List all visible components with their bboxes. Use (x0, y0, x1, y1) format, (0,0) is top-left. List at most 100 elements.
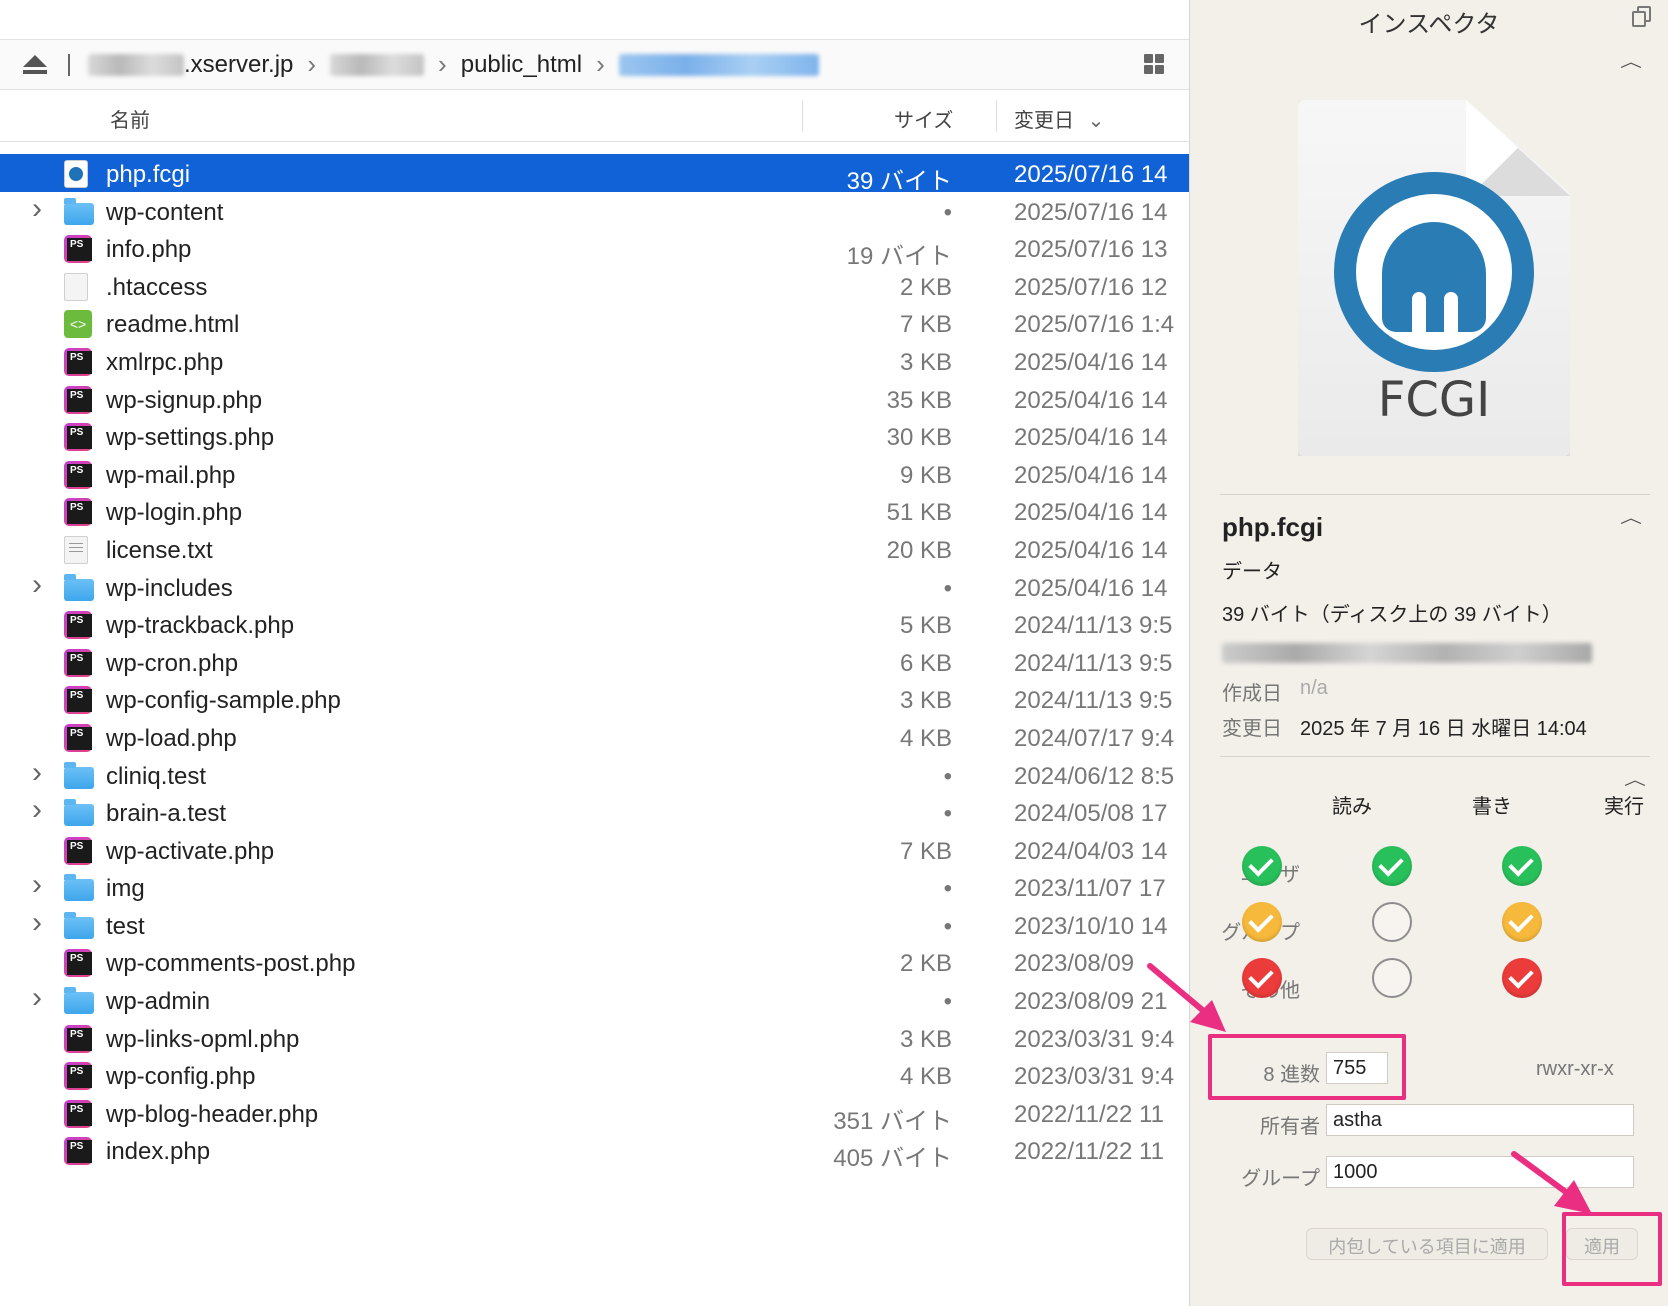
disclosure-chevron-icon[interactable]: › (32, 793, 52, 826)
file-row[interactable]: .htaccess 2 KB 2025/07/16 12 (0, 267, 1189, 305)
path-bar: .xserver.jp › › public_html › (0, 40, 1189, 90)
permission-group-write-checkbox[interactable] (1372, 902, 1412, 942)
file-row[interactable]: › cliniq.test • 2024/06/12 8:5 (0, 756, 1189, 794)
collapse-preview-icon[interactable]: ︿ (1620, 49, 1642, 71)
file-row[interactable]: wp-links-opml.php3 KB2023/03/31 9:4 (0, 1019, 1189, 1057)
permission-user-execute-checkbox[interactable] (1502, 846, 1542, 886)
breadcrumb-public-html[interactable]: public_html (461, 51, 582, 79)
redacted-current-folder (618, 53, 819, 76)
permission-group-read-checkbox[interactable] (1242, 902, 1282, 942)
column-name[interactable]: 名前 (110, 104, 150, 133)
file-row[interactable]: <> readme.html 7 KB 2025/07/16 1:4 (0, 304, 1189, 342)
folder-icon (64, 761, 94, 789)
folder-icon (64, 573, 94, 601)
file-row[interactable]: › brain-a.test • 2024/05/08 17 (0, 793, 1189, 831)
file-row[interactable]: wp-settings.php 30 KB 2025/04/16 14 (0, 417, 1189, 455)
file-row[interactable]: wp-activate.php 7 KB 2024/04/03 14 (0, 831, 1189, 869)
file-row[interactable]: › wp-includes • 2025/04/16 14 (0, 568, 1189, 606)
file-size: 51 KB (886, 499, 952, 527)
file-row[interactable]: › test • 2023/10/10 14 (0, 906, 1189, 944)
file-name: cliniq.test (106, 762, 207, 790)
chevron-right-icon: › (438, 49, 447, 79)
file-row[interactable]: xmlrpc.php 3 KB 2025/04/16 14 (0, 342, 1189, 380)
grid-view-icon[interactable] (1144, 54, 1164, 74)
file-size: • (943, 800, 952, 828)
file-name: wp-settings.php (106, 424, 275, 452)
disclosure-chevron-icon[interactable]: › (32, 868, 52, 901)
permission-group-execute-checkbox[interactable] (1502, 902, 1542, 942)
php-file-icon (64, 1099, 92, 1128)
column-header: 名前 サイズ 変更日 ⌄ (0, 90, 1189, 142)
php-file-icon (64, 949, 92, 978)
column-size[interactable]: サイズ (894, 104, 953, 133)
file-modified-date: 2025/04/16 14 (1014, 348, 1168, 376)
php-file-icon (64, 1137, 92, 1166)
file-row[interactable]: license.txt 20 KB 2025/04/16 14 (0, 530, 1189, 568)
arrow-to-octal-icon (1147, 963, 1226, 1032)
file-row[interactable]: wp-login.php 51 KB 2025/04/16 14 (0, 492, 1189, 530)
file-modified-date: 2022/11/22 11 (1014, 1100, 1164, 1128)
file-row[interactable]: wp-cron.php 6 KB 2024/11/13 9:5 (0, 643, 1189, 681)
file-row[interactable]: › img • 2023/11/07 17 (0, 868, 1189, 906)
file-info: php.fcgi データ 39 バイト（ディスク上の 39 バイト） 作成日 n… (1222, 512, 1652, 741)
created-label: 作成日 (1222, 683, 1282, 705)
column-modified[interactable]: 変更日 ⌄ (1014, 104, 1104, 133)
breadcrumb-user[interactable] (330, 53, 425, 76)
file-size: • (943, 198, 952, 226)
apply-enclosed-button[interactable]: 内包している項目に適用 (1306, 1228, 1548, 1260)
file-row[interactable]: wp-blog-header.php351 バイト2022/11/22 11 (0, 1094, 1189, 1135)
file-row[interactable]: wp-mail.php 9 KB 2025/04/16 14 (0, 455, 1189, 493)
file-name: wp-activate.php (106, 837, 275, 865)
arrow-to-apply-icon (1511, 1151, 1592, 1214)
octal-highlight-box (1208, 1034, 1406, 1100)
permission-user-read-checkbox[interactable] (1242, 846, 1282, 886)
file-size: 7 KB (899, 311, 952, 339)
file-row[interactable]: wp-load.php 4 KB 2024/07/17 9:4 (0, 718, 1189, 756)
file-list: php.fcgi 39 バイト 2025/07/16 14 › wp-content • 2… (0, 154, 1189, 1172)
disclosure-chevron-icon[interactable]: › (32, 568, 52, 601)
permission-user-write-checkbox[interactable] (1372, 846, 1412, 886)
file-modified-date: 2025/04/16 14 (1014, 461, 1168, 489)
disclosure-chevron-icon[interactable]: › (32, 981, 52, 1014)
file-modified-date: 2025/04/16 14 (1014, 499, 1168, 527)
php-file-icon (64, 1062, 92, 1091)
modified-row: 変更日 2025 年 7 月 16 日 水曜日 14:04 (1222, 712, 1652, 741)
file-row[interactable]: wp-trackback.php 5 KB 2024/11/13 9:5 (0, 605, 1189, 643)
modified-label: 変更日 (1222, 718, 1282, 740)
disclosure-chevron-icon[interactable]: › (32, 906, 52, 939)
collapse-permissions-icon[interactable]: ︿ (1624, 767, 1646, 789)
file-row[interactable]: wp-signup.php 35 KB 2025/04/16 14 (0, 380, 1189, 418)
breadcrumb-host[interactable]: .xserver.jp (88, 51, 293, 79)
file-row[interactable]: php.fcgi 39 バイト 2025/07/16 14 (0, 154, 1189, 195)
eject-icon[interactable] (22, 54, 48, 75)
file-modified-date: 2023/11/07 17 (1014, 875, 1166, 903)
copy-icon[interactable] (1632, 6, 1652, 28)
file-modified-date: 2025/04/16 14 (1014, 536, 1168, 564)
file-name: license.txt (106, 536, 213, 564)
file-size: • (943, 574, 952, 602)
file-row[interactable]: index.php 405 バイト 2022/11/22 11 (0, 1131, 1189, 1172)
breadcrumb-current[interactable] (618, 53, 819, 76)
file-row[interactable]: wp-comments-post.php 2 KB 2023/08/09 (0, 943, 1189, 981)
text-file-icon (64, 535, 88, 564)
permission-other-execute-checkbox[interactable] (1502, 958, 1542, 998)
disclosure-chevron-icon[interactable]: › (32, 756, 52, 789)
folder-icon (64, 799, 94, 827)
file-modified-date: 2025/07/16 13 (1014, 236, 1168, 264)
owner-input[interactable] (1326, 1104, 1634, 1136)
file-row[interactable]: info.php19 バイト2025/07/16 13 (0, 229, 1189, 270)
file-name: wp-config.php (106, 1063, 256, 1091)
file-name: img (106, 875, 145, 903)
file-name: wp-login.php (106, 499, 243, 527)
file-row[interactable]: wp-config.php 4 KB 2023/03/31 9:4 (0, 1056, 1189, 1094)
file-row[interactable]: wp-config-sample.php 3 KB 2024/11/13 9:5 (0, 680, 1189, 718)
permission-other-read-checkbox[interactable] (1242, 958, 1282, 998)
permission-other-write-checkbox[interactable] (1372, 958, 1412, 998)
file-modified-date: 2023/03/31 9:4 (1014, 1063, 1175, 1091)
file-size: 39 バイト（ディスク上の 39 バイト） (1222, 604, 1562, 626)
file-row[interactable]: › wp-admin • 2023/08/09 21 (0, 981, 1189, 1019)
disclosure-chevron-icon[interactable]: › (32, 192, 52, 225)
file-name: xmlrpc.php (106, 348, 224, 376)
file-row[interactable]: › wp-content • 2025/07/16 14 (0, 192, 1189, 230)
file-size: • (943, 988, 952, 1016)
